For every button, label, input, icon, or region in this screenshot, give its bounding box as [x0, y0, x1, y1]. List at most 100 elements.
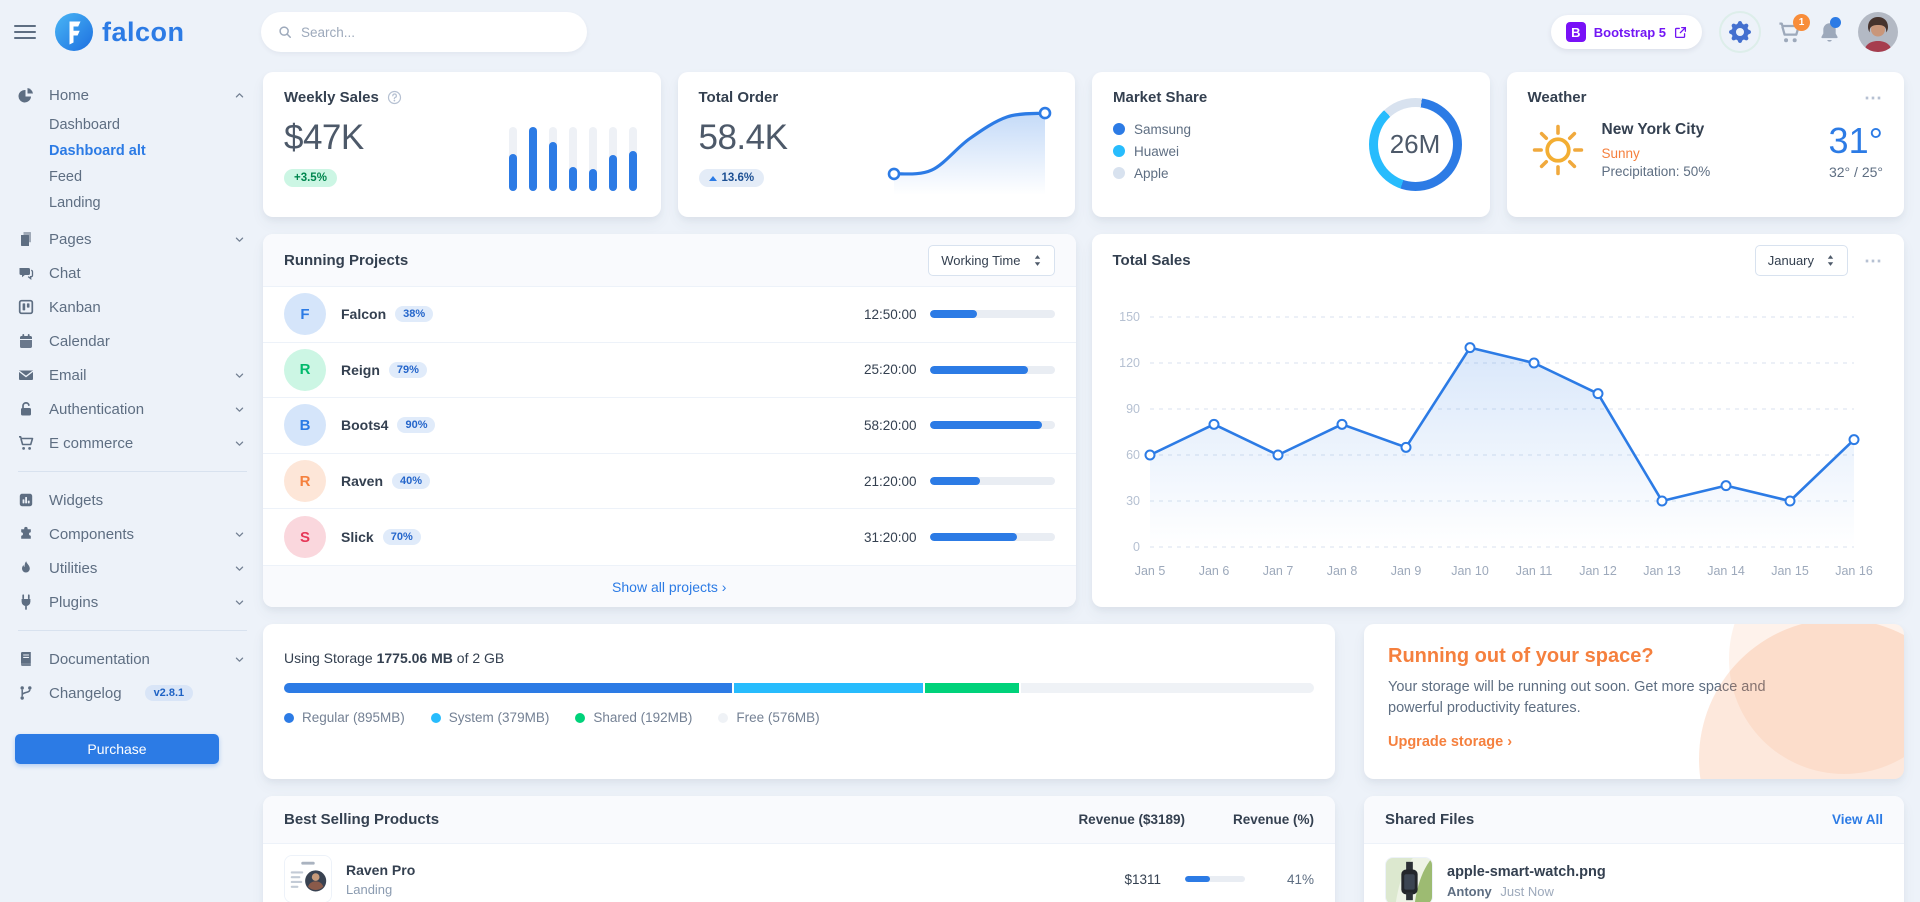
sidebar-item-dashboard[interactable]: Dashboard: [12, 112, 253, 138]
sidebar-item-components[interactable]: Components: [12, 517, 253, 551]
svg-text:Jan 8: Jan 8: [1326, 564, 1357, 578]
chart-pie-icon: [18, 87, 36, 103]
sidebar-item-pages[interactable]: Pages: [12, 222, 253, 256]
weather-precipitation: Precipitation: 50%: [1602, 164, 1711, 179]
sidebar-item-landing[interactable]: Landing: [12, 190, 253, 216]
chevron-up-icon: [234, 90, 245, 101]
calendar-icon: [18, 333, 36, 349]
card-title: Weather: [1528, 89, 1587, 106]
project-name-link[interactable]: Slick: [341, 529, 374, 545]
month-select[interactable]: January: [1755, 245, 1848, 276]
card-title: Total Order: [699, 89, 779, 106]
show-all-projects-link[interactable]: Show all projects ›: [612, 579, 726, 595]
total-order-card: Total Order 58.4K 13.6%: [678, 72, 1076, 217]
ellipsis-menu-icon[interactable]: ⋯: [1864, 256, 1883, 266]
weather-condition: Sunny: [1602, 146, 1711, 161]
view-all-link[interactable]: View All: [1832, 812, 1883, 827]
caret-up-icon: [709, 176, 717, 181]
project-percent-badge: 38%: [395, 306, 433, 322]
brand-logo[interactable]: falcon: [54, 12, 261, 52]
sidebar-item-changelog[interactable]: Changelog v2.8.1: [12, 676, 253, 710]
shopping-cart-icon: [18, 435, 36, 451]
chevron-down-icon: [234, 529, 245, 540]
project-name-link[interactable]: Reign: [341, 362, 380, 378]
kanban-icon: [18, 299, 36, 315]
weekly-sales-badge: +3.5%: [284, 169, 337, 187]
user-avatar[interactable]: [1858, 12, 1898, 52]
svg-text:150: 150: [1119, 310, 1140, 324]
card-title: Best Selling Products: [284, 811, 1035, 828]
question-circle-icon[interactable]: [387, 90, 402, 105]
svg-text:120: 120: [1119, 356, 1140, 370]
sidebar-item-plugins[interactable]: Plugins: [12, 585, 253, 619]
ellipsis-menu-icon[interactable]: ⋯: [1864, 93, 1883, 103]
search-bar[interactable]: [261, 12, 587, 52]
divider: [18, 630, 247, 631]
storage-legend: Regular (895MB) System (379MB) Shared (1…: [284, 710, 1314, 725]
weekly-sales-bar-chart: [509, 127, 637, 191]
search-input[interactable]: [301, 25, 570, 40]
sidebar-item-dashboard-alt[interactable]: Dashboard alt: [12, 138, 253, 164]
project-time: 58:20:00: [864, 418, 917, 433]
sidebar-item-ecommerce[interactable]: E commerce: [12, 426, 253, 460]
svg-text:0: 0: [1133, 540, 1140, 554]
card-title: Market Share: [1113, 89, 1207, 106]
file-thumbnail: [1385, 857, 1433, 902]
sidebar-item-email[interactable]: Email: [12, 358, 253, 392]
legend-item: System (379MB): [431, 710, 550, 725]
legend-dot: [718, 713, 728, 723]
chevron-down-icon: [234, 234, 245, 245]
svg-text:60: 60: [1126, 448, 1140, 462]
plug-icon: [18, 594, 36, 610]
gear-icon: [1729, 21, 1751, 43]
sidebar-item-chat[interactable]: Chat: [12, 256, 253, 290]
sidebar-item-widgets[interactable]: Widgets: [12, 483, 253, 517]
project-name-link[interactable]: Boots4: [341, 417, 388, 433]
brand-name: falcon: [102, 17, 185, 48]
svg-text:Jan 11: Jan 11: [1515, 564, 1552, 578]
product-row: Raven Pro Landing $1311 41%: [263, 844, 1335, 902]
sidebar-item-feed[interactable]: Feed: [12, 164, 253, 190]
legend-dot: [1113, 123, 1125, 135]
upgrade-space-card: Running out of your space? Your storage …: [1364, 624, 1904, 779]
card-title: Running Projects: [284, 252, 408, 269]
bootstrap5-button[interactable]: B Bootstrap 5: [1551, 15, 1702, 49]
market-share-card: Market Share Samsung Huawei Apple 26M: [1092, 72, 1490, 217]
weekly-sales-card: Weekly Sales $47K +3.5%: [263, 72, 661, 217]
cart-button[interactable]: 1: [1778, 21, 1801, 44]
settings-button[interactable]: [1719, 11, 1761, 53]
sidebar-item-authentication[interactable]: Authentication: [12, 392, 253, 426]
sidebar-item-home[interactable]: Home: [12, 78, 253, 112]
bootstrap-logo-icon: B: [1566, 22, 1586, 42]
legend-dot: [1113, 167, 1125, 179]
svg-text:Jan 10: Jan 10: [1451, 564, 1489, 578]
working-time-select[interactable]: Working Time: [928, 245, 1054, 276]
cart-count-badge: 1: [1793, 14, 1810, 31]
sidebar-item-documentation[interactable]: Documentation: [12, 642, 253, 676]
sidebar-item-calendar[interactable]: Calendar: [12, 324, 253, 358]
svg-text:Jan 7: Jan 7: [1262, 564, 1293, 578]
project-name-link[interactable]: Raven: [341, 473, 383, 489]
sidebar-item-utilities[interactable]: Utilities: [12, 551, 253, 585]
chevron-down-icon: [234, 370, 245, 381]
best-selling-card: Best Selling Products Revenue ($3189) Re…: [263, 796, 1335, 902]
notifications-button[interactable]: [1818, 21, 1841, 44]
upgrade-storage-link[interactable]: Upgrade storage ›: [1388, 734, 1512, 750]
project-name-link[interactable]: Falcon: [341, 306, 386, 322]
project-avatar: R: [284, 460, 326, 502]
legend-dot: [1113, 145, 1125, 157]
product-category-link[interactable]: Landing: [346, 882, 415, 897]
purchase-button[interactable]: Purchase: [15, 734, 219, 764]
product-thumbnail: [284, 855, 332, 902]
project-row: B Boots4 90% 58:20:00: [263, 398, 1076, 454]
sidebar-item-kanban[interactable]: Kanban: [12, 290, 253, 324]
chevron-down-icon: [234, 597, 245, 608]
file-name-link[interactable]: apple-smart-watch.png: [1447, 864, 1606, 880]
project-avatar: F: [284, 293, 326, 335]
product-name-link[interactable]: Raven Pro: [346, 862, 415, 878]
svg-text:Jan 5: Jan 5: [1134, 564, 1165, 578]
project-time: 25:20:00: [864, 362, 917, 377]
project-percent-badge: 90%: [397, 417, 435, 433]
hamburger-menu-icon[interactable]: [12, 22, 38, 42]
progress-bar: [930, 477, 1055, 485]
